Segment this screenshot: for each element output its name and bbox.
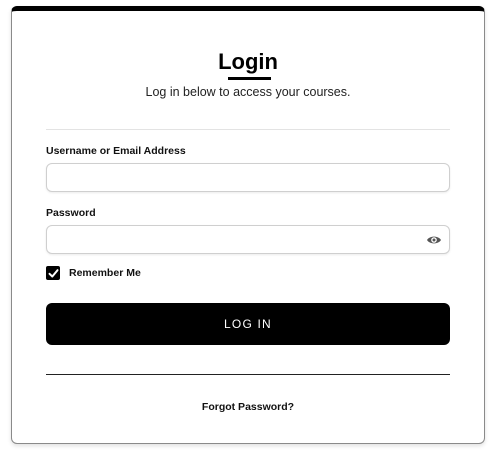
page-title: Login <box>218 49 278 74</box>
remember-me-label: Remember Me <box>69 267 141 279</box>
page-subtitle: Log in below to access your courses. <box>145 85 351 99</box>
login-card: Login Log in below to access your course… <box>11 6 485 444</box>
checkmark-icon <box>48 268 58 277</box>
footer-divider <box>46 374 450 375</box>
divider <box>46 129 450 130</box>
password-field-wrapper <box>46 225 450 254</box>
title-underline <box>228 77 271 80</box>
forgot-password-link[interactable]: Forgot Password? <box>12 401 484 413</box>
login-button[interactable]: LOG IN <box>46 303 450 345</box>
username-label: Username or Email Address <box>46 145 186 157</box>
password-field[interactable] <box>47 226 449 253</box>
username-field-wrapper <box>46 163 450 192</box>
username-field[interactable] <box>47 164 449 191</box>
password-label: Password <box>46 207 96 219</box>
remember-me[interactable]: Remember Me <box>46 266 141 280</box>
eye-icon[interactable] <box>426 232 442 248</box>
remember-me-checkbox[interactable] <box>46 266 60 280</box>
